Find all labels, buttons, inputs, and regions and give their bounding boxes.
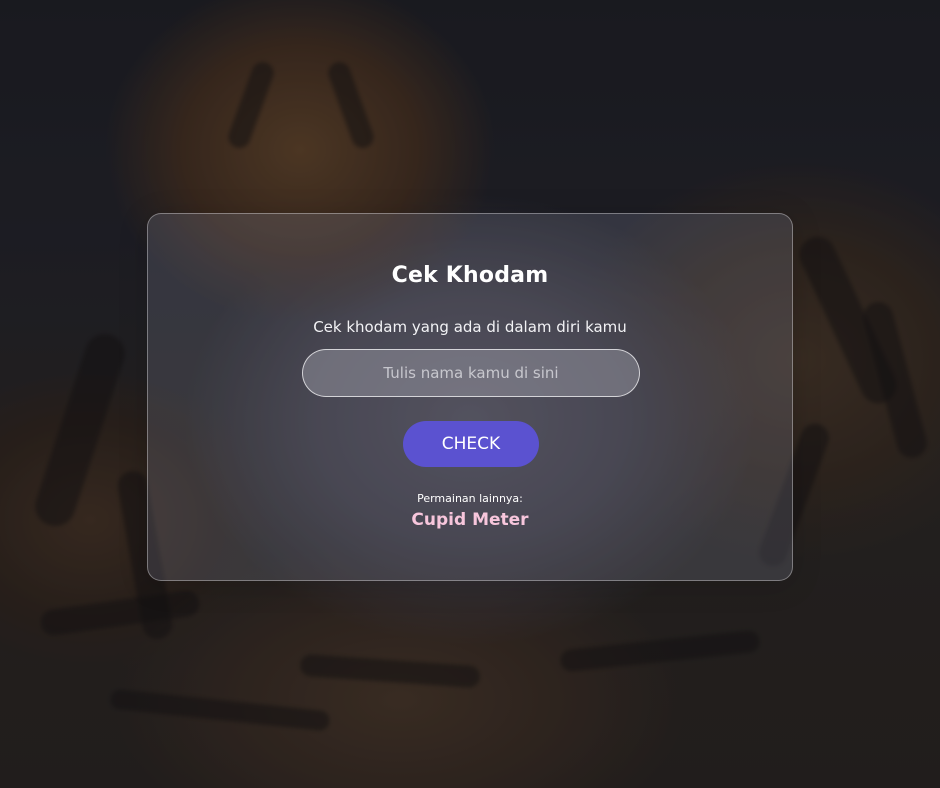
page-title: Cek Khodam — [391, 263, 549, 288]
khodam-check-card: Cek Khodam Cek khodam yang ada di dalam … — [147, 213, 793, 581]
subtitle-text: Cek khodam yang ada di dalam diri kamu — [313, 318, 627, 336]
name-input[interactable] — [302, 349, 640, 397]
cupid-meter-link-container: Cupid Meter — [148, 510, 792, 530]
other-games-label: Permainan lainnya: — [417, 492, 523, 505]
check-button[interactable]: CHECK — [403, 421, 539, 467]
cupid-meter-link[interactable]: Cupid Meter — [411, 510, 528, 530]
